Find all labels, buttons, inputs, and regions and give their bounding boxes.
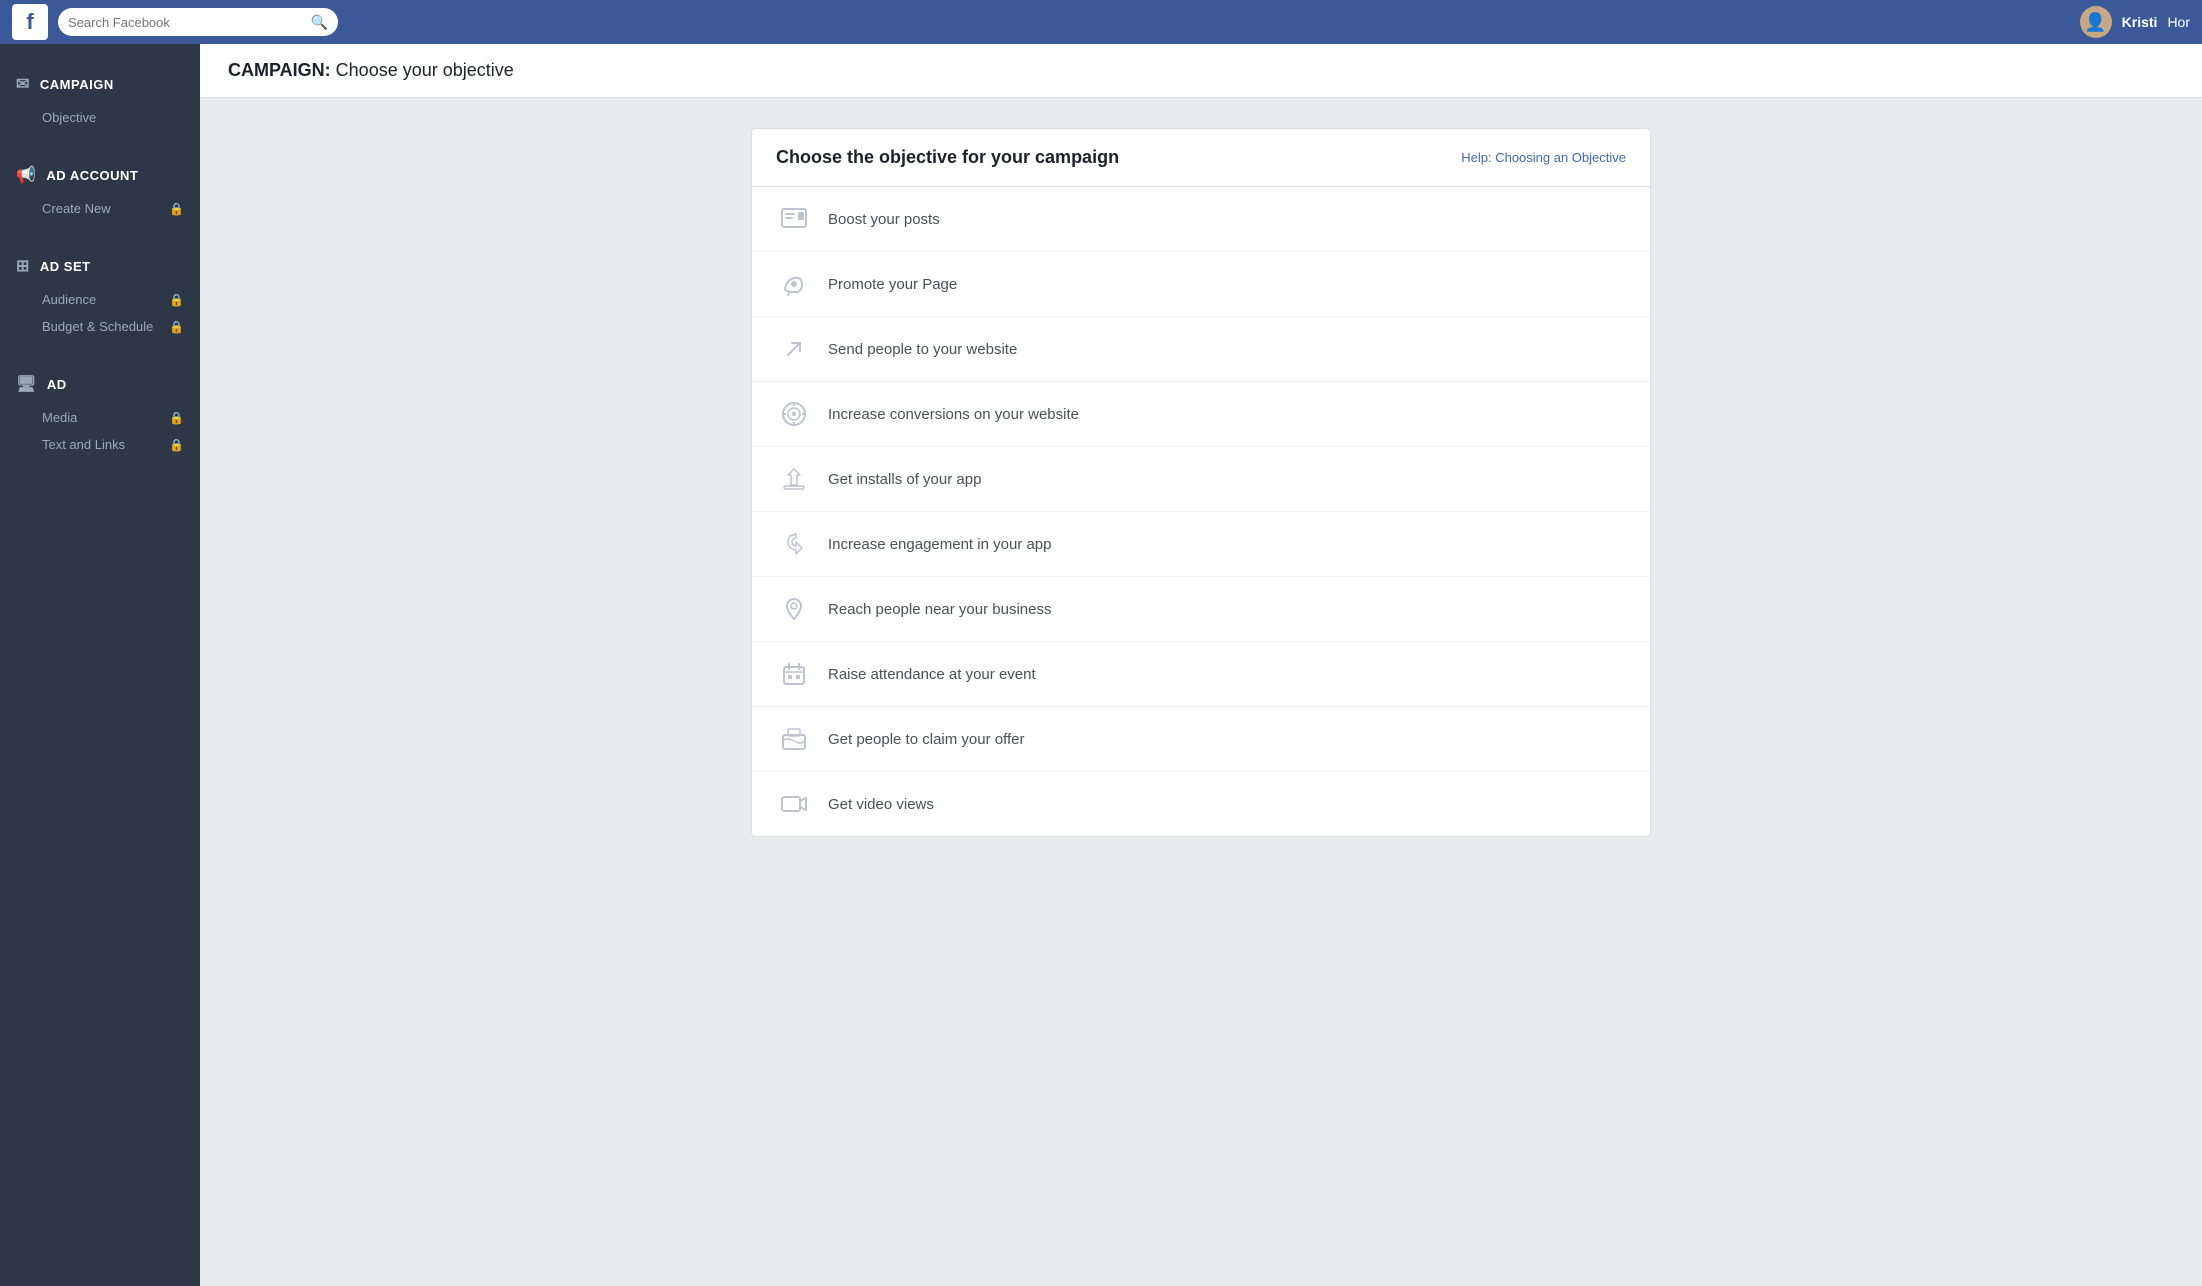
sidebar-section-ad-account: 📢 AD ACCOUNT Create New 🔒 xyxy=(0,155,200,222)
lock-icon-create-new: 🔒 xyxy=(169,202,184,216)
page-title: CAMPAIGN: Choose your objective xyxy=(228,60,2174,81)
budget-schedule-label: Budget & Schedule xyxy=(42,319,153,334)
promote-page-icon xyxy=(776,266,812,302)
top-nav: f 🔍 👤 Kristi Hor xyxy=(0,0,2202,44)
objective-item-reach-local[interactable]: Reach people near your business xyxy=(752,577,1650,642)
sidebar-section-header-ad-account: 📢 AD ACCOUNT xyxy=(0,155,200,195)
objective-card-title: Choose the objective for your campaign xyxy=(776,147,1119,168)
claim-offer-label: Get people to claim your offer xyxy=(828,731,1025,748)
raise-attendance-icon xyxy=(776,656,812,692)
sidebar-section-campaign: ✉ CAMPAIGN Objective xyxy=(0,64,200,131)
create-new-label: Create New xyxy=(42,201,111,216)
sidebar-section-header-ad-set: ⊞ AD SET xyxy=(0,246,200,286)
user-name: Kristi xyxy=(2122,14,2158,30)
text-links-label: Text and Links xyxy=(42,437,125,452)
campaign-icon: ✉ xyxy=(16,74,30,94)
objective-item-send-website[interactable]: Send people to your website xyxy=(752,317,1650,382)
content-area: Choose the objective for your campaign H… xyxy=(200,98,2202,1286)
app-engagement-label: Increase engagement in your app xyxy=(828,536,1051,553)
app-installs-label: Get installs of your app xyxy=(828,471,981,488)
objective-item-app-engagement[interactable]: Increase engagement in your app xyxy=(752,512,1650,577)
objective-card-header: Choose the objective for your campaign H… xyxy=(752,129,1650,187)
app-engagement-icon xyxy=(776,526,812,562)
campaign-label: CAMPAIGN xyxy=(40,77,114,92)
objective-list: Boost your posts Promote your Page xyxy=(752,187,1650,836)
sidebar-section-ad-set: ⊞ AD SET Audience 🔒 Budget & Schedule 🔒 xyxy=(0,246,200,340)
objective-label: Objective xyxy=(42,110,96,125)
sidebar-item-media[interactable]: Media 🔒 xyxy=(0,404,200,431)
layout: ✉ CAMPAIGN Objective 📢 AD ACCOUNT Create… xyxy=(0,44,2202,1286)
ad-icon: 🖥 xyxy=(16,374,37,394)
objective-item-promote-page[interactable]: Promote your Page xyxy=(752,252,1650,317)
help-link[interactable]: Help: Choosing an Objective xyxy=(1461,150,1626,165)
avatar: 👤 xyxy=(2080,6,2112,38)
objective-item-boost-posts[interactable]: Boost your posts xyxy=(752,187,1650,252)
main-content: CAMPAIGN: Choose your objective Choose t… xyxy=(200,44,2202,1286)
app-installs-icon xyxy=(776,461,812,497)
objective-item-increase-conversions[interactable]: Increase conversions on your website xyxy=(752,382,1650,447)
sidebar-item-budget-schedule[interactable]: Budget & Schedule 🔒 xyxy=(0,313,200,340)
ad-set-icon: ⊞ xyxy=(16,256,30,276)
sidebar-item-text-links[interactable]: Text and Links 🔒 xyxy=(0,431,200,458)
search-icon: 🔍 xyxy=(311,14,328,31)
search-input[interactable] xyxy=(68,15,305,30)
increase-conversions-label: Increase conversions on your website xyxy=(828,406,1079,423)
reach-local-icon xyxy=(776,591,812,627)
page-header: CAMPAIGN: Choose your objective xyxy=(200,44,2202,98)
lock-icon-budget: 🔒 xyxy=(169,320,184,334)
ad-account-icon: 📢 xyxy=(16,165,36,185)
video-views-icon xyxy=(776,786,812,822)
sidebar-item-objective[interactable]: Objective xyxy=(0,104,200,131)
boost-posts-icon xyxy=(776,201,812,237)
reach-local-label: Reach people near your business xyxy=(828,601,1051,618)
audience-label: Audience xyxy=(42,292,96,307)
increase-conversions-icon xyxy=(776,396,812,432)
send-website-icon xyxy=(776,331,812,367)
lock-icon-media: 🔒 xyxy=(169,411,184,425)
ad-set-label: AD SET xyxy=(40,259,91,274)
ad-label: AD xyxy=(47,377,67,392)
sidebar: ✉ CAMPAIGN Objective 📢 AD ACCOUNT Create… xyxy=(0,44,200,1286)
objective-item-claim-offer[interactable]: Get people to claim your offer xyxy=(752,707,1650,772)
media-label: Media xyxy=(42,410,77,425)
sidebar-section-header-campaign: ✉ CAMPAIGN xyxy=(0,64,200,104)
sidebar-section-ad: 🖥 AD Media 🔒 Text and Links 🔒 xyxy=(0,364,200,458)
lock-icon-audience: 🔒 xyxy=(169,293,184,307)
objective-card: Choose the objective for your campaign H… xyxy=(751,128,1651,837)
objective-item-app-installs[interactable]: Get installs of your app xyxy=(752,447,1650,512)
ad-account-label: AD ACCOUNT xyxy=(46,168,138,183)
search-bar[interactable]: 🔍 xyxy=(58,8,338,36)
boost-posts-label: Boost your posts xyxy=(828,211,940,228)
objective-item-video-views[interactable]: Get video views xyxy=(752,772,1650,836)
nav-more: Hor xyxy=(2167,14,2190,30)
nav-right: 👤 Kristi Hor xyxy=(2080,6,2190,38)
sidebar-section-header-ad: 🖥 AD xyxy=(0,364,200,404)
sidebar-item-create-new[interactable]: Create New 🔒 xyxy=(0,195,200,222)
send-website-label: Send people to your website xyxy=(828,341,1017,358)
raise-attendance-label: Raise attendance at your event xyxy=(828,666,1036,683)
claim-offer-icon xyxy=(776,721,812,757)
lock-icon-text-links: 🔒 xyxy=(169,438,184,452)
facebook-logo: f xyxy=(12,4,48,40)
video-views-label: Get video views xyxy=(828,796,934,813)
sidebar-item-audience[interactable]: Audience 🔒 xyxy=(0,286,200,313)
objective-item-raise-attendance[interactable]: Raise attendance at your event xyxy=(752,642,1650,707)
promote-page-label: Promote your Page xyxy=(828,276,957,293)
